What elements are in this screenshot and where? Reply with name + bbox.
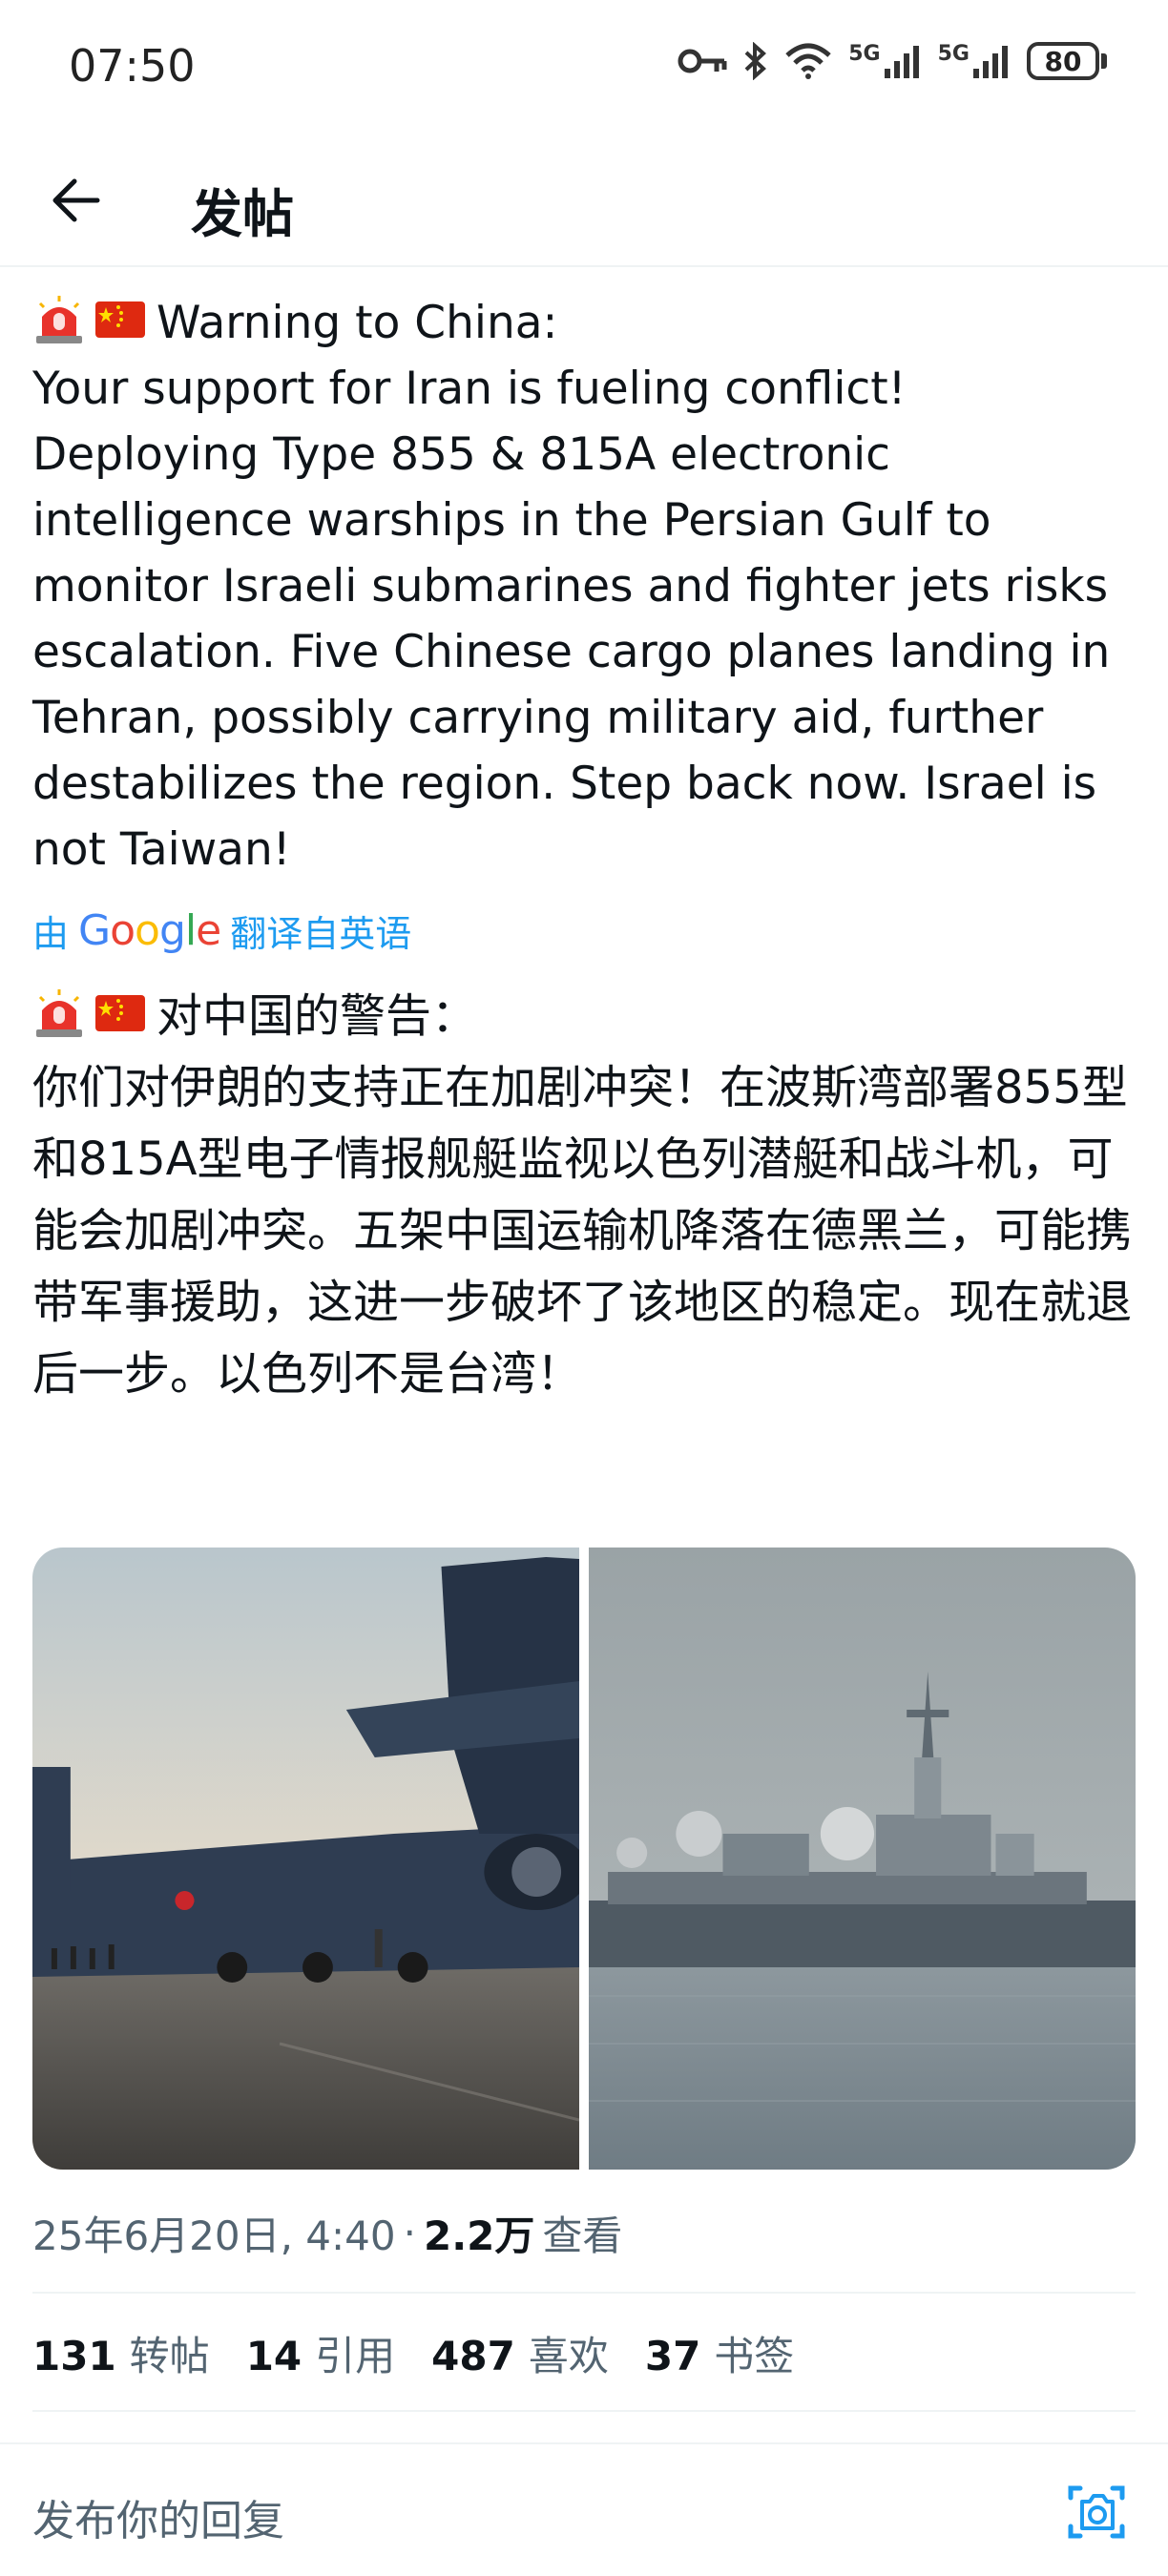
meta-separator: · [403, 2210, 416, 2256]
divider [32, 2292, 1136, 2294]
media-grid [32, 1548, 1136, 2170]
bluetooth-icon [743, 42, 768, 80]
engagement-stats: 131 转帖 14 引用 487 喜欢 37 书签 [32, 2324, 794, 2382]
warship-photo[interactable] [589, 1548, 1136, 2170]
camera-button[interactable] [1063, 2479, 1130, 2545]
network-label: 5G [848, 42, 881, 66]
stat-count: 487 [431, 2333, 515, 2379]
cargo-plane-photo[interactable] [32, 1548, 579, 2170]
post-text-original: Warning to China: Your support for Iran … [32, 290, 1139, 883]
siren-emoji [36, 296, 82, 343]
translation-attribution[interactable]: 由 Google 翻译自英语 [32, 904, 411, 957]
google-logo: Google [78, 906, 221, 955]
post-meta: 25年6月20日, 4:40 · 2.2万 查看 [32, 2204, 622, 2262]
wifi-icon [783, 42, 833, 80]
camera-icon [1068, 2485, 1125, 2539]
views-count: 2.2万 [424, 2212, 535, 2259]
stat-label: 引用 [315, 2333, 396, 2379]
reply-input[interactable]: 发布你的回复 [32, 2486, 284, 2547]
stat-label: 转帖 [129, 2333, 210, 2379]
stat-count: 37 [644, 2333, 701, 2379]
stat-likes[interactable]: 487 喜欢 [431, 2324, 609, 2382]
signal-icon: 5G [938, 42, 1012, 80]
translate-suffix: 翻译自英语 [230, 913, 412, 955]
stat-count: 131 [32, 2333, 116, 2379]
post-body-en: Warning to China: Your support for Iran … [32, 297, 1111, 876]
emoji-group [32, 294, 147, 345]
signal-icon: 5G [848, 42, 922, 80]
key-icon [677, 47, 728, 75]
status-icons: 5G 5G 80 [677, 42, 1107, 80]
china-flag-emoji [95, 301, 145, 338]
translate-prefix: 由 [32, 913, 70, 955]
battery-icon: 80 [1027, 42, 1107, 80]
network-label: 5G [937, 42, 970, 66]
stat-quotes[interactable]: 14 引用 [246, 2324, 395, 2382]
stat-count: 14 [245, 2333, 302, 2379]
battery-level: 80 [1027, 42, 1099, 80]
status-bar: 07:50 5G 5G 80 [0, 0, 1168, 134]
views-label: 查看 [542, 2212, 623, 2259]
china-flag-emoji [95, 995, 145, 1031]
stat-bookmarks[interactable]: 37 书签 [645, 2324, 794, 2382]
post-body-zh: 对中国的警告： 你们对伊朗的支持正在加剧冲突！在波斯湾部署855型和815A型电… [32, 989, 1133, 1401]
divider [32, 2410, 1136, 2412]
status-time: 07:50 [69, 40, 196, 92]
arrow-left-icon [52, 178, 100, 222]
stat-label: 书签 [714, 2333, 795, 2379]
stat-label: 喜欢 [528, 2333, 609, 2379]
page-title: 发帖 [191, 184, 294, 244]
emoji-group [32, 987, 147, 1039]
reply-bar: 发布你的回复 [0, 2442, 1168, 2576]
app-header: 发帖 [0, 134, 1168, 267]
stat-reposts[interactable]: 131 转帖 [32, 2324, 210, 2382]
post-timestamp[interactable]: 25年6月20日, 4:40 [32, 2204, 396, 2262]
back-button[interactable] [38, 162, 115, 239]
post-text-translated: 对中国的警告： 你们对伊朗的支持正在加剧冲突！在波斯湾部署855型和815A型电… [32, 981, 1139, 1410]
siren-emoji [36, 989, 82, 1037]
